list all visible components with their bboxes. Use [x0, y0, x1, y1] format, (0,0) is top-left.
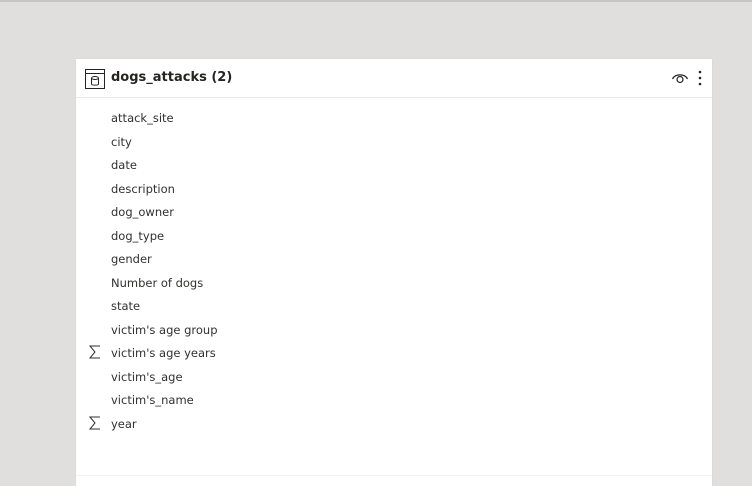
field-year[interactable]: year — [76, 412, 712, 436]
field-label: description — [111, 181, 175, 196]
field-dog-type[interactable]: dog_type — [76, 224, 712, 248]
field-date[interactable]: date — [76, 153, 712, 177]
card-footer-divider — [76, 475, 712, 476]
field-label: Number of dogs — [111, 275, 204, 290]
field-dog-owner[interactable]: dog_owner — [76, 200, 712, 224]
more-options-icon[interactable] — [694, 69, 706, 87]
sigma-icon — [89, 416, 100, 429]
field-state[interactable]: state — [76, 294, 712, 318]
field-label: gender — [111, 252, 152, 266]
field-label: date — [111, 158, 137, 172]
field-label: state — [111, 299, 141, 313]
table-card-dogs-attacks[interactable]: dogs_attacks (2) attack_site city date d… — [76, 59, 712, 486]
field-victims-age-group[interactable]: victim's age group — [76, 318, 712, 342]
field-gender[interactable]: gender — [76, 247, 712, 271]
field-label: year — [111, 416, 137, 431]
field-label: victim's_age — [111, 369, 183, 384]
field-label: victim's age years — [111, 346, 216, 360]
field-city[interactable]: city — [76, 130, 712, 154]
field-victims-name[interactable]: victim's_name — [76, 388, 712, 412]
field-label: dog_type — [111, 228, 165, 243]
table-icon — [85, 69, 105, 89]
field-label: city — [111, 134, 132, 149]
table-title: dogs_attacks (2) — [111, 70, 233, 85]
field-label: victim's age group — [111, 322, 218, 337]
sigma-icon — [89, 345, 100, 359]
field-label: attack_site — [111, 111, 174, 125]
field-list: attack_site city date description dog_ow… — [76, 106, 712, 435]
table-card-header: dogs_attacks (2) — [76, 59, 712, 98]
eye-icon[interactable] — [671, 70, 689, 86]
field-number-of-dogs[interactable]: Number of dogs — [76, 271, 712, 295]
field-victims-age-years[interactable]: victim's age years — [76, 341, 712, 365]
top-divider — [0, 0, 752, 2]
field-label: dog_owner — [111, 205, 174, 219]
field-victims-age[interactable]: victim's_age — [76, 365, 712, 389]
field-attack-site[interactable]: attack_site — [76, 106, 712, 130]
field-description[interactable]: description — [76, 177, 712, 201]
field-label: victim's_name — [111, 393, 194, 407]
